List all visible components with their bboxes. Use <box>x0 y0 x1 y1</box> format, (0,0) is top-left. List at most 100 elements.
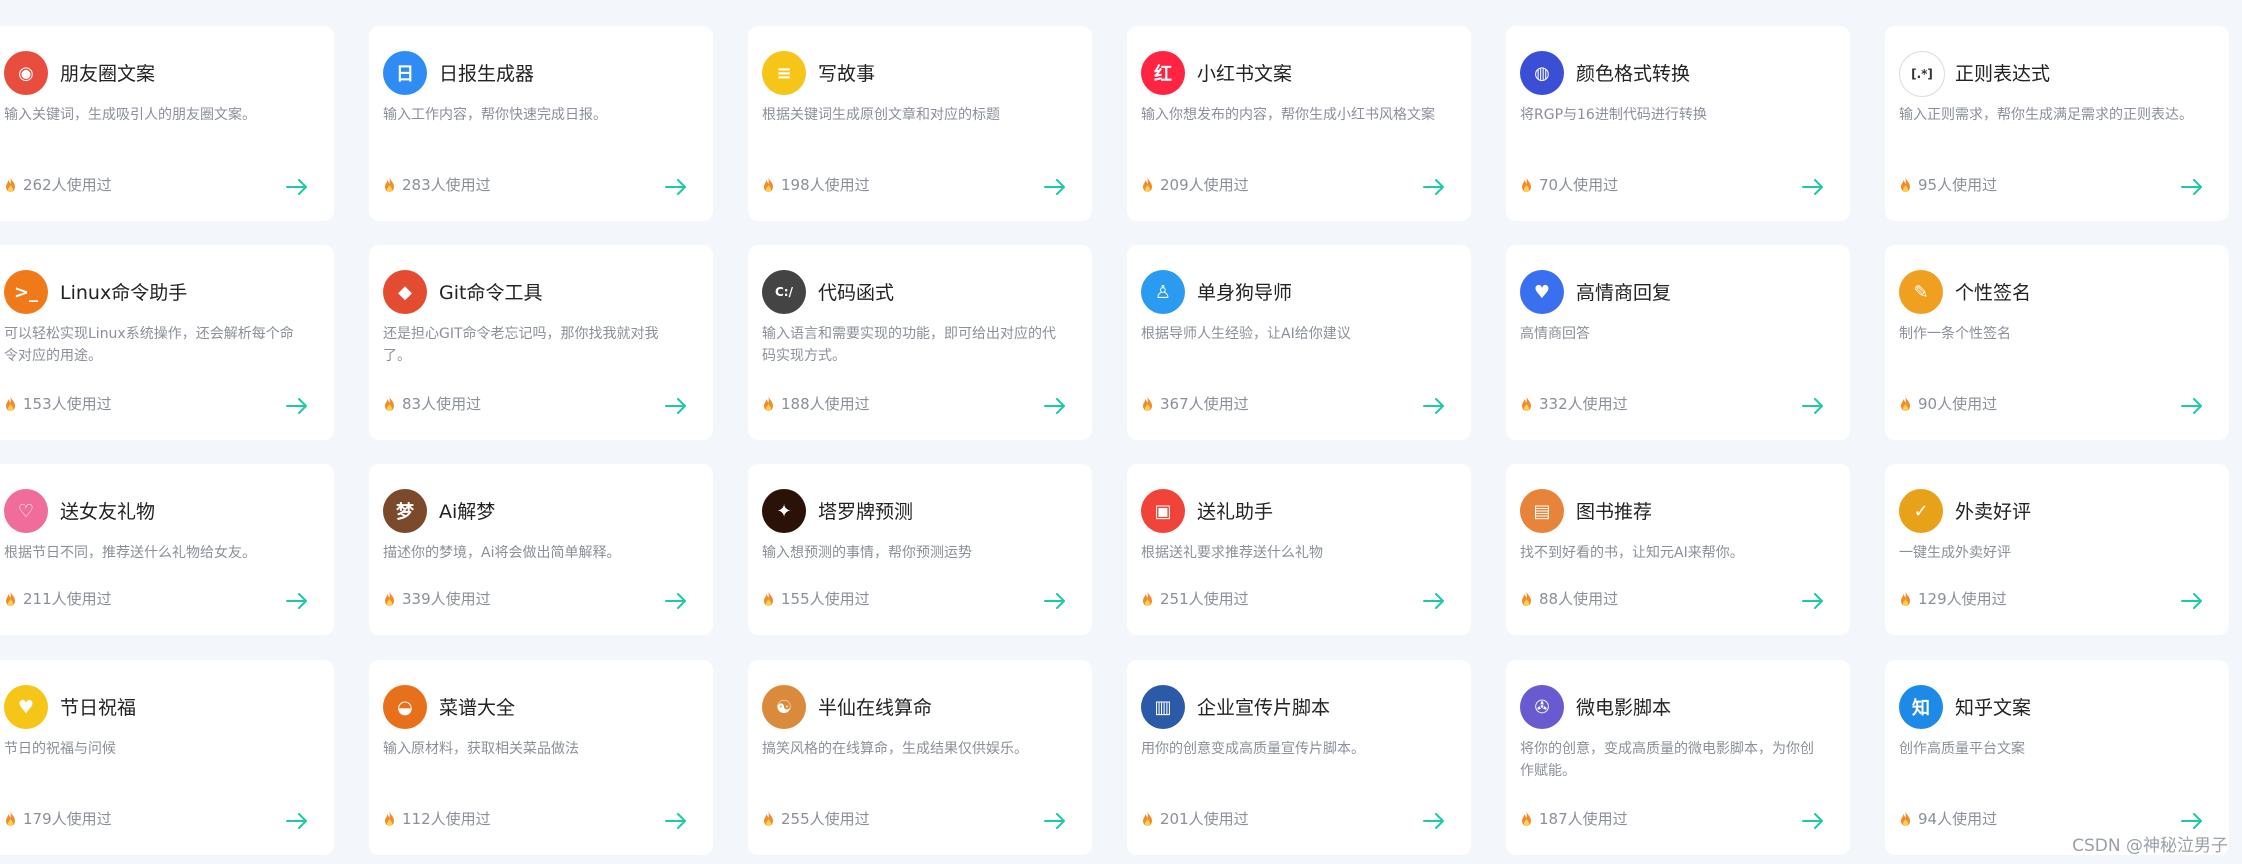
tool-card[interactable]: ♙ 单身狗导师 根据导师人生经验，让AI给你建议 367人使用过 <box>1127 245 1471 440</box>
arrow-right-icon[interactable] <box>286 398 308 414</box>
usage-count: 283人使用过 <box>383 174 491 195</box>
tool-card[interactable]: C:/ 代码函式 输入语言和需要实现的功能，即可给出对应的代码实现方式。 188人使用… <box>748 245 1092 440</box>
arrow-right-icon[interactable] <box>1423 813 1445 829</box>
arrow-right-icon[interactable] <box>2181 179 2203 195</box>
arrow-right-icon[interactable] <box>1044 813 1066 829</box>
arrow-right-icon[interactable] <box>1802 813 1824 829</box>
tool-card[interactable]: ♥ 高情商回复 高情商回答 332人使用过 <box>1506 245 1850 440</box>
usage-count: 198人使用过 <box>762 174 870 195</box>
arrow-right-icon[interactable] <box>1044 179 1066 195</box>
arrow-right-icon[interactable] <box>2181 398 2203 414</box>
tool-card[interactable]: ◍ 颜色格式转换 将RGP与16进制代码进行转换 70人使用过 <box>1506 26 1850 221</box>
fire-icon <box>1901 395 1910 411</box>
usage-count: 188人使用过 <box>762 393 870 414</box>
fire-icon <box>385 395 394 411</box>
usage-count: 332人使用过 <box>1520 393 1628 414</box>
tool-card[interactable]: ◒ 菜谱大全 输入原材料，获取相关菜品做法 112人使用过 <box>369 660 713 855</box>
arrow-right-icon[interactable] <box>665 593 687 609</box>
usage-count: 187人使用过 <box>1520 808 1628 829</box>
gift-icon: ▣ <box>1141 489 1185 533</box>
usage-label: 339人使用过 <box>402 590 491 608</box>
arrow-right-icon[interactable] <box>286 179 308 195</box>
regex-icon: [.*] <box>1899 51 1945 97</box>
card-title: 颜色格式转换 <box>1576 63 1691 85</box>
usage-label: 90人使用过 <box>1918 395 1998 413</box>
wok-icon: ◒ <box>383 685 427 729</box>
card-title: 小红书文案 <box>1197 63 1293 85</box>
card-description: 用你的创意变成高质量宣传片脚本。 <box>1141 741 1365 757</box>
tool-card[interactable]: 梦 Ai解梦 描述你的梦境，Ai将会做出简单解释。 339人使用过 <box>369 464 713 635</box>
usage-count: 153人使用过 <box>4 393 112 414</box>
usage-label: 188人使用过 <box>781 395 870 413</box>
arrow-right-icon[interactable] <box>665 813 687 829</box>
arrow-right-icon[interactable] <box>2181 813 2203 829</box>
arrow-right-icon[interactable] <box>665 398 687 414</box>
tool-card[interactable]: >_ Linux命令助手 可以轻松实现Linux系统操作，还会解析每个命令对应的用途… <box>0 245 334 440</box>
fire-icon <box>1143 810 1152 826</box>
fire-icon <box>764 590 773 606</box>
palette-icon: ◍ <box>1520 51 1564 95</box>
card-title: 送女友礼物 <box>60 501 156 523</box>
card-title: 朋友圈文案 <box>60 63 156 85</box>
fire-icon <box>764 176 773 192</box>
arrow-right-icon[interactable] <box>1802 398 1824 414</box>
fire-icon <box>1901 590 1910 606</box>
tool-card[interactable]: ♥ 节日祝福 节日的祝福与问候 179人使用过 <box>0 660 334 855</box>
usage-label: 94人使用过 <box>1918 810 1998 828</box>
arrow-right-icon[interactable] <box>1044 398 1066 414</box>
usage-label: 262人使用过 <box>23 176 112 194</box>
tool-card[interactable]: ♡ 送女友礼物 根据节日不同，推荐送什么礼物给女友。 211人使用过 <box>0 464 334 635</box>
usage-count: 262人使用过 <box>4 174 112 195</box>
arrow-right-icon[interactable] <box>1423 398 1445 414</box>
tool-card[interactable]: 红小红书文案 输入你想发布的内容，帮你生成小红书风格文案 209人使用过 <box>1127 26 1471 221</box>
usage-label: 198人使用过 <box>781 176 870 194</box>
arrow-right-icon[interactable] <box>1044 593 1066 609</box>
usage-label: 88人使用过 <box>1539 590 1619 608</box>
card-title: Linux命令助手 <box>60 282 188 304</box>
usage-label: 367人使用过 <box>1160 395 1249 413</box>
tool-card[interactable]: ≡ 写故事 根据关键词生成原创文章和对应的标题 198人使用过 <box>748 26 1092 221</box>
arrow-right-icon[interactable] <box>286 593 308 609</box>
arrow-right-icon[interactable] <box>286 813 308 829</box>
card-description: 输入正则需求，帮你生成满足需求的正则表达。 <box>1899 107 2193 123</box>
tool-card[interactable]: ✓ 外卖好评 一键生成外卖好评 129人使用过 <box>1885 464 2229 635</box>
xiaohongshu-icon: 红 <box>1141 51 1185 95</box>
calendar-icon: 日 <box>383 51 427 95</box>
card-title: 菜谱大全 <box>439 697 516 719</box>
tool-card[interactable]: ☯ 半仙在线算命 搞笑风格的在线算命，生成结果仅供娱乐。 255人使用过 <box>748 660 1092 855</box>
card-title: 单身狗导师 <box>1197 282 1293 304</box>
card-title: 送礼助手 <box>1197 501 1274 523</box>
tool-card[interactable]: ▣ 送礼助手 根据送礼要求推荐送什么礼物 251人使用过 <box>1127 464 1471 635</box>
fire-icon <box>1522 176 1531 192</box>
tool-card[interactable]: ◉ 朋友圈文案 输入关键词，生成吸引人的朋友圈文案。 262人使用过 <box>0 26 334 221</box>
arrow-right-icon[interactable] <box>665 179 687 195</box>
usage-count: 179人使用过 <box>4 808 112 829</box>
tool-card[interactable]: 日日报生成器 输入工作内容，帮你快速完成日报。 283人使用过 <box>369 26 713 221</box>
card-description: 根据节日不同，推荐送什么礼物给女友。 <box>4 545 256 561</box>
arrow-right-icon[interactable] <box>1802 179 1824 195</box>
pencil-icon: ✎ <box>1899 270 1943 314</box>
card-title: 外卖好评 <box>1955 501 2032 523</box>
fire-icon <box>385 810 394 826</box>
card-description: 描述你的梦境，Ai将会做出简单解释。 <box>383 545 621 561</box>
zhihu-icon: 知 <box>1899 685 1943 729</box>
arrow-right-icon[interactable] <box>2181 593 2203 609</box>
tool-card[interactable]: 知知乎文案 创作高质量平台文案 94人使用过 <box>1885 660 2229 855</box>
arrow-right-icon[interactable] <box>1423 179 1445 195</box>
tool-card[interactable]: [.*] 正则表达式 输入正则需求，帮你生成满足需求的正则表达。 95人使用过 <box>1885 26 2229 221</box>
card-title: 个性签名 <box>1955 282 2032 304</box>
tool-card[interactable]: ✦ 塔罗牌预测 输入想预测的事情，帮你预测运势 155人使用过 <box>748 464 1092 635</box>
tool-card[interactable]: ✇ 微电影脚本 将你的创意，变成高质量的微电影脚本，为你创作赋能。 187人使用过 <box>1506 660 1850 855</box>
usage-label: 211人使用过 <box>23 590 112 608</box>
tool-card[interactable]: ▤ 图书推荐 找不到好看的书，让知元AI来帮你。 88人使用过 <box>1506 464 1850 635</box>
usage-count: 211人使用过 <box>4 588 112 609</box>
tool-card[interactable]: ▥ 企业宣传片脚本 用你的创意变成高质量宣传片脚本。 201人使用过 <box>1127 660 1471 855</box>
notepad-icon: ≡ <box>762 51 806 95</box>
fire-icon <box>6 590 15 606</box>
card-description: 可以轻松实现Linux系统操作，还会解析每个命令对应的用途。 <box>4 326 294 364</box>
usage-count: 112人使用过 <box>383 808 491 829</box>
arrow-right-icon[interactable] <box>1423 593 1445 609</box>
tool-card[interactable]: ◆ Git命令工具 还是担心GIT命令老忘记吗，那你找我就对我了。 83人使用过 <box>369 245 713 440</box>
arrow-right-icon[interactable] <box>1802 593 1824 609</box>
tool-card[interactable]: ✎ 个性签名 制作一条个性签名 90人使用过 <box>1885 245 2229 440</box>
